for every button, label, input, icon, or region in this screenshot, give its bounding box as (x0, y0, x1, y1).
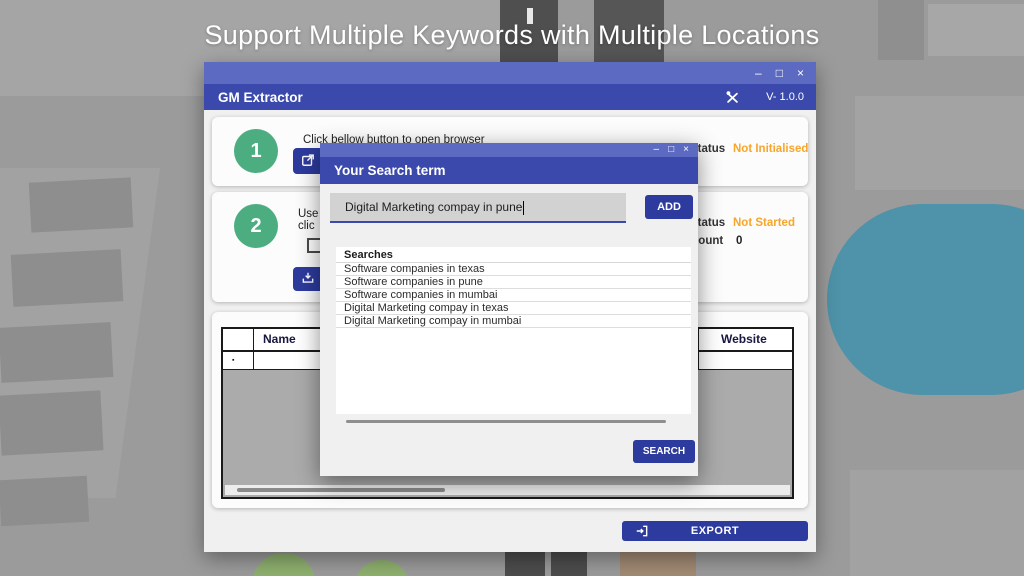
website-cell (699, 352, 792, 369)
map-pond (827, 204, 1024, 395)
step2-instruction-line2: clic (298, 220, 315, 232)
count-value: 0 (736, 235, 742, 247)
current-row-marker: ▪ (223, 352, 253, 369)
searches-list-header: Searches (336, 247, 691, 263)
page-title: Support Multiple Keywords with Multiple … (0, 20, 1024, 51)
search-term-input-value: Digital Marketing compay in pune (345, 200, 522, 214)
scrollbar-thumb[interactable] (237, 488, 445, 492)
minimize-icon[interactable]: – (654, 145, 660, 155)
export-button-label: EXPORT (691, 525, 739, 537)
map-building (11, 249, 124, 307)
main-window-control-strip: – □ × (204, 62, 816, 84)
map-tree (252, 553, 316, 576)
map-block (855, 96, 1024, 190)
search-button[interactable]: SEARCH (633, 440, 695, 463)
row-selector-header[interactable] (223, 329, 254, 350)
step2-instruction-line1: Use (298, 208, 318, 220)
search-list-item[interactable]: Digital Marketing compay in texas (336, 302, 691, 315)
row-selector-cell[interactable]: ▪ (223, 352, 254, 369)
horizontal-scrollbar[interactable] (346, 420, 666, 423)
step1-status-value: Not Initialised (733, 143, 808, 155)
app-title: GM Extractor (204, 90, 303, 105)
dialog-titlebar: Your Search term (320, 157, 698, 184)
close-icon[interactable]: × (797, 67, 804, 79)
dialog-body: Digital Marketing compay in pune ADD Sea… (320, 184, 698, 476)
maximize-icon[interactable]: □ (776, 67, 783, 79)
map-background: Support Multiple Keywords with Multiple … (0, 0, 1024, 576)
minimize-icon[interactable]: – (755, 67, 762, 79)
map-building (29, 177, 133, 232)
step1-number-badge: 1 (234, 129, 278, 173)
step2-status-value: Not Started (733, 217, 795, 229)
searches-list-items: Software companies in texas Software com… (336, 263, 691, 328)
tools-icon[interactable] (725, 90, 740, 105)
search-list-item[interactable]: Software companies in mumbai (336, 289, 691, 302)
dialog-title: Your Search term (320, 163, 446, 178)
step2-number-badge: 2 (234, 204, 278, 248)
close-icon[interactable]: × (683, 145, 689, 155)
dialog-control-strip: – □ × (320, 143, 698, 157)
searches-list: Searches Software companies in texas Sof… (336, 247, 691, 414)
open-external-icon (301, 153, 315, 170)
search-list-item[interactable]: Software companies in pune (336, 276, 691, 289)
map-building (0, 390, 104, 455)
map-tree (354, 560, 410, 576)
search-list-item[interactable]: Digital Marketing compay in mumbai (336, 315, 691, 328)
export-button[interactable]: EXPORT (622, 521, 808, 541)
map-building (0, 322, 113, 383)
website-column-header[interactable]: Website (699, 329, 792, 350)
search-term-input[interactable]: Digital Marketing compay in pune (330, 193, 626, 223)
maximize-icon[interactable]: □ (668, 145, 674, 155)
search-term-dialog: – □ × Your Search term Digital Marketing… (320, 143, 698, 476)
map-block (850, 470, 1024, 576)
map-building (0, 476, 89, 527)
export-icon (635, 524, 649, 538)
text-caret (523, 201, 524, 215)
add-button[interactable]: ADD (645, 195, 693, 219)
main-titlebar: GM Extractor V- 1.0.0 (204, 84, 816, 110)
download-icon (301, 271, 315, 288)
version-label: V- 1.0.0 (766, 91, 816, 103)
table-horizontal-scrollbar[interactable] (225, 485, 790, 495)
search-list-item[interactable]: Software companies in texas (336, 263, 691, 276)
